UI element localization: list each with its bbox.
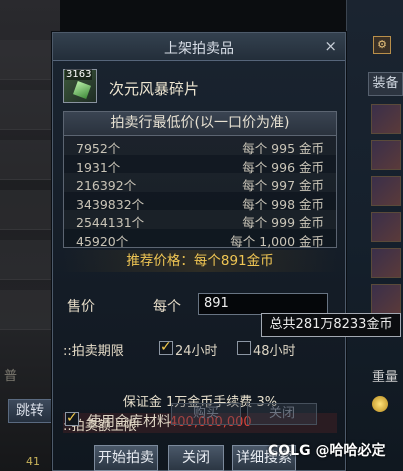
use-vault-checkbox[interactable]	[65, 410, 79, 426]
each-label: 每个	[153, 299, 181, 315]
item-row: 3163 次元风暴碎片	[63, 69, 333, 105]
auction-listing-dialog: 上架拍卖品 × 3163 次元风暴碎片 拍卖行最低价(以一口价为准) 7952个…	[52, 32, 346, 471]
option-24h-label[interactable]: 24小时	[175, 340, 218, 359]
list-row	[0, 40, 60, 80]
list-row	[0, 190, 60, 230]
dialog-titlebar: 上架拍卖品 ×	[53, 33, 345, 61]
table-row[interactable]: 1931个 每个 996 金币	[64, 155, 336, 175]
price-input[interactable]: 891	[198, 293, 328, 315]
inventory-slot[interactable]	[371, 212, 401, 242]
option-48h-label[interactable]: 48小时	[253, 340, 296, 359]
table-row[interactable]: 2544131个 每个 999 金币	[64, 210, 336, 230]
option-48h-checkbox[interactable]	[237, 341, 251, 355]
tab-equipment[interactable]: 装备	[368, 72, 403, 96]
table-row[interactable]: 7952个 每个 995 金币	[64, 136, 336, 156]
price-table-header: 拍卖行最低价(以一口价为准)	[64, 112, 336, 136]
close-icon[interactable]: ×	[324, 37, 337, 55]
table-row[interactable]: 3439832个 每个 998 金币	[64, 192, 336, 212]
total-price-tooltip: 总共281万8233金币	[261, 313, 401, 337]
inventory-slot[interactable]	[371, 104, 401, 134]
inventory-slot[interactable]	[371, 140, 401, 170]
background-text: 普	[4, 369, 18, 384]
option-24h-checkbox[interactable]	[159, 339, 173, 355]
recommended-price: 推荐价格：每个891金币	[63, 250, 337, 272]
price-label: 售价	[67, 299, 95, 315]
gear-icon[interactable]: ⚙	[373, 36, 391, 54]
inventory-slot[interactable]	[371, 176, 401, 206]
lowest-price-table: 拍卖行最低价(以一口价为准) 7952个 每个 995 金币 1931个 每个 …	[63, 111, 337, 249]
gem-icon	[73, 81, 91, 99]
watermark-text: COLG @哈哈必定	[268, 443, 386, 459]
dialog-title: 上架拍卖品	[164, 41, 234, 57]
use-vault-label[interactable]: 使用金库材料	[87, 411, 171, 431]
jump-button[interactable]: 跳转	[8, 399, 52, 423]
list-row	[0, 240, 60, 280]
table-row[interactable]: 216392个 每个 997 金币	[64, 173, 336, 193]
list-row	[0, 290, 60, 330]
price-rows: 7952个 每个 995 金币 1931个 每个 996 金币 216392个 …	[64, 136, 336, 249]
row-price: 每个 1,000 金币	[230, 233, 324, 249]
inventory-slot[interactable]	[371, 248, 401, 278]
row-qty: 45920个	[76, 233, 129, 249]
item-name: 次元风暴碎片	[109, 80, 200, 98]
buy-button-ghost: 购买	[171, 403, 241, 425]
start-auction-button[interactable]: 开始拍卖	[94, 445, 158, 471]
level-tag: 41	[26, 455, 40, 468]
period-label: ::拍卖期限	[63, 344, 124, 359]
item-icon: 3163	[63, 69, 97, 103]
list-row	[0, 90, 60, 130]
list-row	[0, 140, 60, 180]
close-button[interactable]: 关闭	[168, 445, 224, 471]
close-button-ghost: 关闭	[247, 403, 317, 425]
coin-icon	[372, 396, 388, 412]
item-count: 3163	[65, 69, 93, 80]
inventory-slot[interactable]	[371, 284, 401, 314]
table-row[interactable]: 45920个 每个 1,000 金币	[64, 229, 336, 249]
weight-label: 重量	[372, 370, 399, 385]
